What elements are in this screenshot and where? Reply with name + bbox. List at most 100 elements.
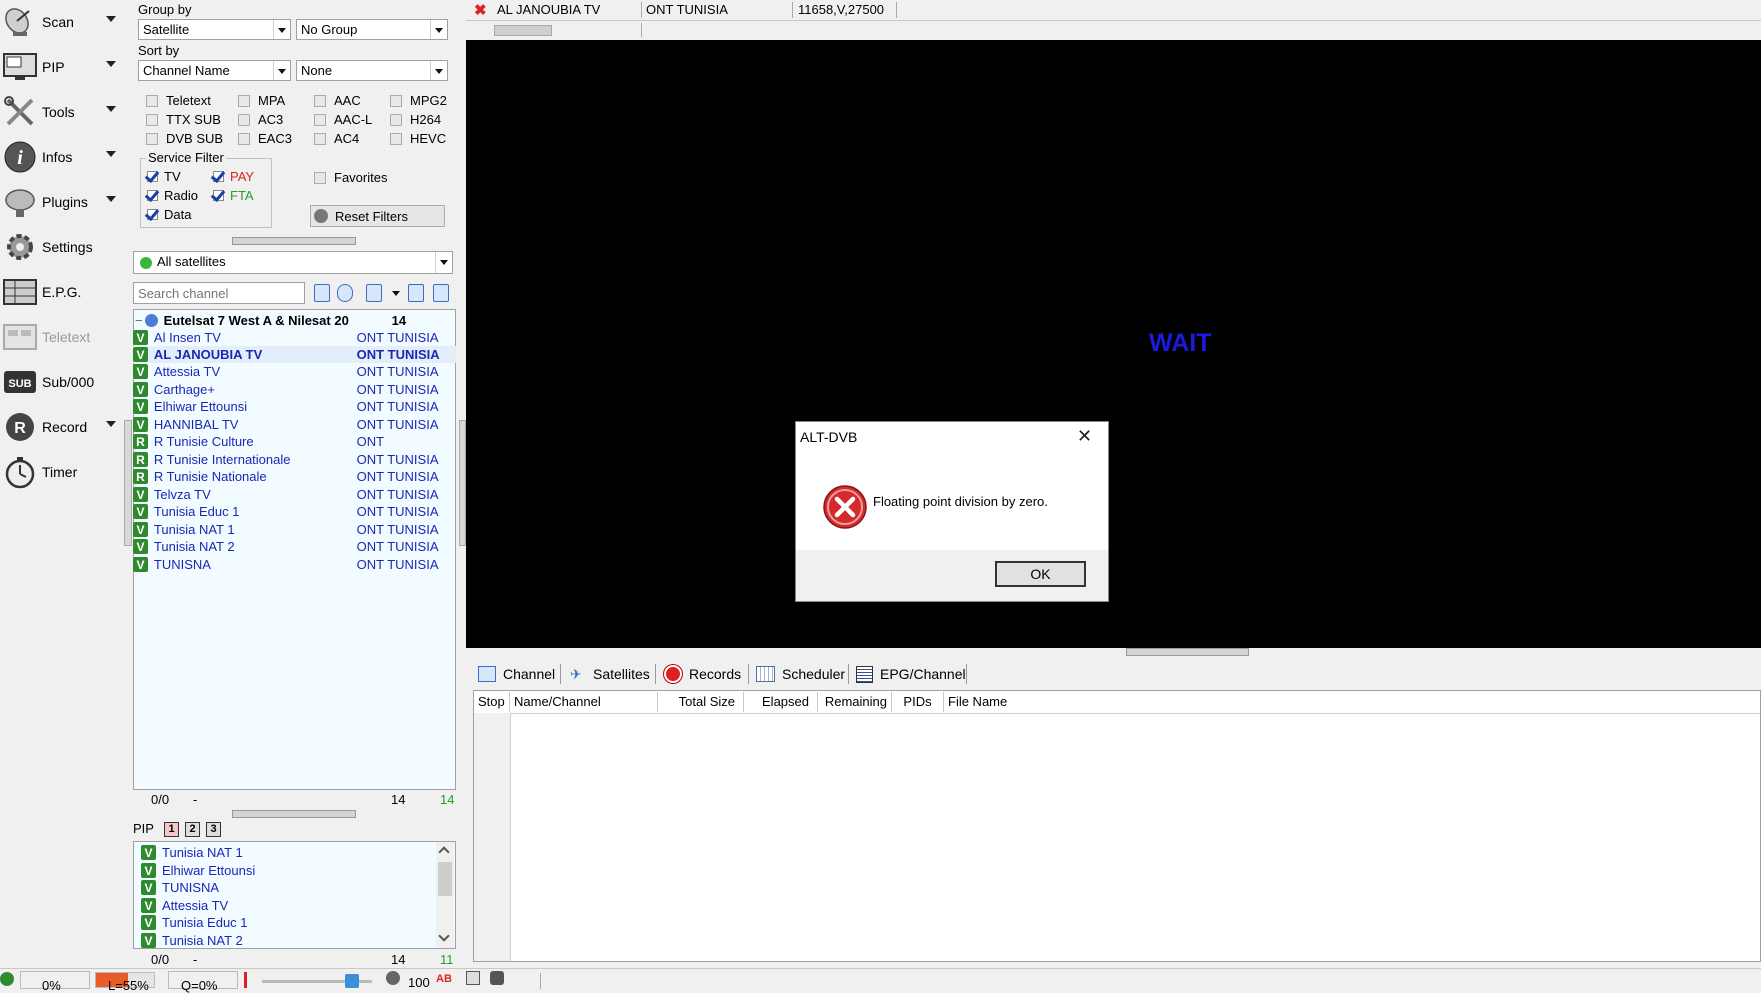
sort-by-select[interactable]: Channel Name (138, 60, 291, 81)
channel-row[interactable]: R R Tunisie Nationale ONT TUNISIA (133, 468, 456, 485)
list-view-icon[interactable] (314, 284, 330, 302)
pip-button-1[interactable]: 1 (164, 822, 179, 837)
collapse-icon[interactable]: − (135, 313, 143, 328)
checkbox[interactable] (390, 94, 402, 107)
checkbox[interactable] (146, 132, 158, 145)
pip-scrollbar[interactable] (436, 842, 454, 948)
channel-row[interactable]: V TUNISNA ONT TUNISIA (133, 556, 456, 573)
checkmark-icon[interactable] (146, 170, 160, 183)
filter-ttx-sub[interactable]: TTX SUB (146, 112, 221, 127)
sort-by-secondary-select[interactable]: None (296, 60, 448, 81)
channel-row-selected[interactable]: V AL JANOUBIA TV ONT TUNISIA (133, 346, 456, 363)
checkmark-icon[interactable] (212, 189, 226, 202)
filter-ac4[interactable]: AC4 (314, 131, 359, 146)
filter-mpg2[interactable]: MPG2 (390, 93, 447, 108)
checkbox[interactable] (390, 132, 402, 145)
filter-favorites[interactable]: Favorites (314, 170, 387, 185)
scroll-thumb[interactable] (438, 862, 452, 896)
nav-scan[interactable]: Scan (0, 2, 122, 42)
pip-row[interactable]: V Tunisia NAT 2 (141, 932, 431, 949)
checkbox[interactable] (314, 171, 326, 184)
channel-row[interactable]: V HANNIBAL TV ONT TUNISIA (133, 416, 456, 433)
filter-hevc[interactable]: HEVC (390, 131, 446, 146)
channel-row[interactable]: V Tunisia NAT 2 ONT TUNISIA (133, 538, 456, 555)
search-input[interactable] (133, 282, 305, 304)
channel-row[interactable]: V Attessia TV ONT TUNISIA (133, 363, 456, 380)
nav-settings[interactable]: Settings (0, 227, 122, 267)
channel-row[interactable]: V Al Insen TV ONT TUNISIA (133, 329, 456, 346)
checkbox[interactable] (238, 113, 250, 126)
tab-channel[interactable]: Channel (478, 661, 555, 687)
checkmark-icon[interactable] (212, 170, 226, 183)
chevron-down-icon[interactable] (106, 61, 116, 67)
channel-row[interactable]: V Carthage+ ONT TUNISIA (133, 381, 456, 398)
filter-aac[interactable]: AAC (314, 93, 361, 108)
pip-button-2[interactable]: 2 (185, 822, 200, 837)
filter-mpa[interactable]: MPA (238, 93, 285, 108)
channel-row[interactable]: V Telvza TV ONT TUNISIA (133, 486, 456, 503)
checkbox[interactable] (390, 113, 402, 126)
service-data[interactable]: Data (146, 207, 191, 222)
filter-h264[interactable]: H264 (390, 112, 441, 127)
refresh-icon[interactable] (366, 284, 382, 302)
pip-row[interactable]: V Tunisia Educ 1 (141, 914, 431, 931)
pip-row[interactable]: V TUNISNA (141, 879, 431, 896)
nav-timer[interactable]: Timer (0, 452, 122, 492)
tab-records[interactable]: Records (664, 661, 741, 687)
chevron-down-icon[interactable] (106, 196, 116, 202)
ok-button[interactable]: OK (995, 561, 1086, 587)
service-fta[interactable]: FTA (212, 188, 254, 203)
filter-teletext[interactable]: Teletext (146, 93, 211, 108)
service-radio[interactable]: Radio (146, 188, 198, 203)
scroll-down-icon[interactable] (438, 930, 450, 942)
checkbox[interactable] (146, 94, 158, 107)
column-total-size[interactable]: Total Size (658, 692, 744, 712)
filter-eac3[interactable]: EAC3 (238, 131, 292, 146)
filter-aac-l[interactable]: AAC-L (314, 112, 372, 127)
nav-tools[interactable]: Tools (0, 92, 122, 132)
pip-row[interactable]: V Attessia TV (141, 897, 431, 914)
checkbox[interactable] (314, 132, 326, 145)
nav-pip[interactable]: PIP (0, 47, 122, 87)
nav-epg[interactable]: E.P.G. (0, 272, 122, 312)
list-collapse-handle[interactable] (232, 810, 356, 818)
speaker-icon[interactable] (386, 971, 400, 985)
move-down-icon[interactable] (408, 284, 424, 302)
chevron-down-icon[interactable] (106, 151, 116, 157)
tab-epg-channel[interactable]: EPG/Channel (856, 661, 966, 687)
checkbox[interactable] (314, 94, 326, 107)
audio-track-icon[interactable]: AB (436, 973, 452, 985)
main-splitter[interactable] (459, 420, 466, 546)
service-tv[interactable]: TV (146, 169, 181, 184)
volume-thumb[interactable] (345, 974, 359, 988)
tab-satellites[interactable]: ✈ Satellites (570, 661, 650, 687)
group-by-select[interactable]: Satellite (138, 19, 291, 40)
pip-button-3[interactable]: 3 (206, 822, 221, 837)
group-by-secondary-select[interactable]: No Group (296, 19, 448, 40)
column-elapsed[interactable]: Elapsed (744, 692, 818, 712)
lock-icon[interactable] (490, 971, 504, 985)
nav-record[interactable]: R Record (0, 407, 122, 447)
edit-icon[interactable] (466, 971, 480, 985)
channel-group-header[interactable]: − Eutelsat 7 West A & Nilesat 20 14 (135, 312, 453, 329)
chevron-down-icon[interactable] (106, 421, 116, 427)
column-remaining[interactable]: Remaining (818, 692, 892, 712)
channel-row[interactable]: R R Tunisie Culture ONT (133, 433, 456, 450)
checkbox[interactable] (146, 113, 158, 126)
satellite-select[interactable]: All satellites (133, 251, 453, 274)
checkbox[interactable] (238, 132, 250, 145)
channel-row[interactable]: V Elhiwar Ettounsi ONT TUNISIA (133, 398, 456, 415)
video-area[interactable]: WAIT (466, 40, 1761, 648)
checkmark-icon[interactable] (146, 189, 160, 202)
pip-row[interactable]: V Elhiwar Ettounsi (141, 862, 431, 879)
move-up-icon[interactable] (433, 284, 449, 302)
pip-row[interactable]: V Tunisia NAT 1 (141, 844, 431, 861)
chevron-down-icon[interactable] (106, 16, 116, 22)
left-splitter[interactable] (124, 420, 132, 546)
nav-plugins[interactable]: Plugins (0, 182, 122, 222)
channel-row[interactable]: V Tunisia NAT 1 ONT TUNISIA (133, 521, 456, 538)
column-name-channel[interactable]: Name/Channel (510, 692, 658, 712)
clock-icon[interactable] (337, 284, 353, 302)
filter-dvb-sub[interactable]: DVB SUB (146, 131, 223, 146)
nav-sub[interactable]: SUB Sub/000 (0, 362, 122, 402)
